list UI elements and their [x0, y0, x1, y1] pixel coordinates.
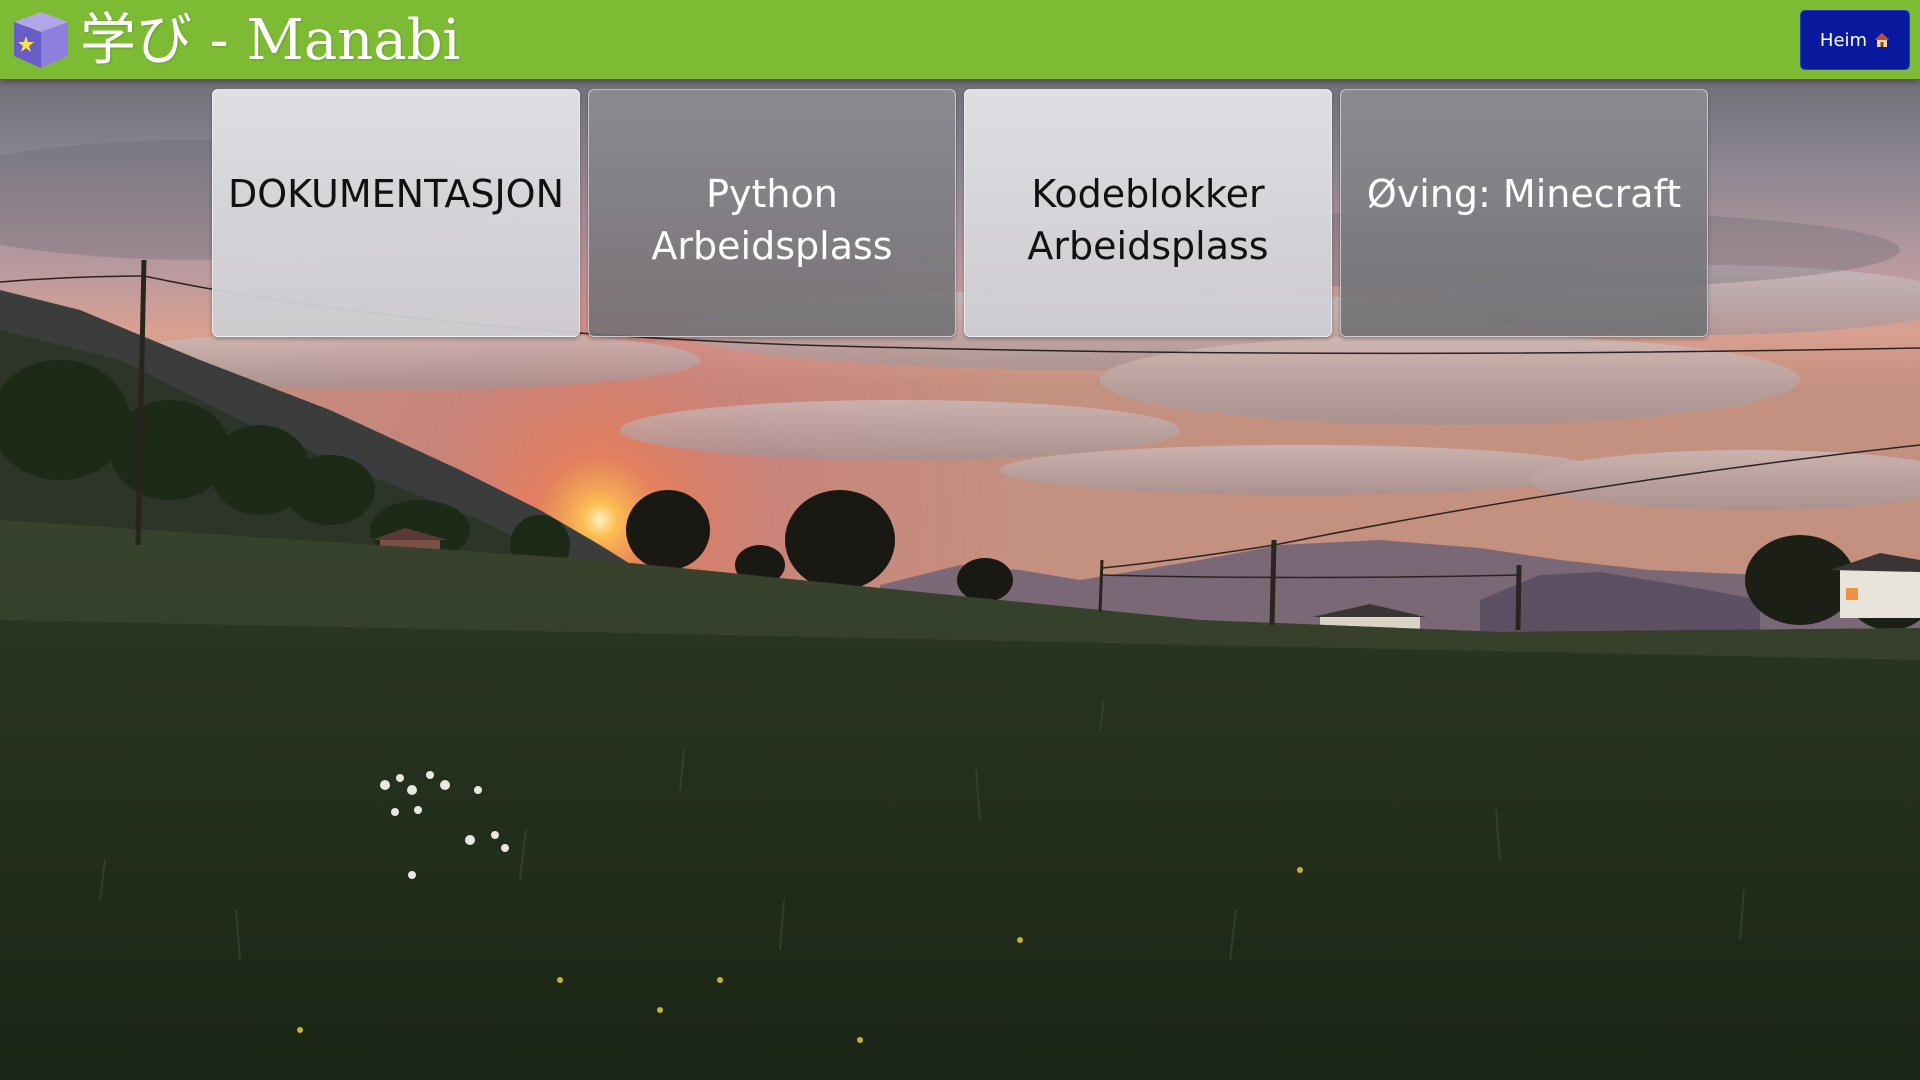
- tile-minecraft-exercise[interactable]: Øving: Minecraft: [1340, 89, 1708, 337]
- tile-label: Python Arbeidsplass: [651, 172, 893, 268]
- tile-blocks-workspace[interactable]: Kodeblokker Arbeidsplass: [964, 89, 1332, 337]
- tile-label: Kodeblokker Arbeidsplass: [1027, 172, 1269, 268]
- tile-grid: DOKUMENTASJON Python Arbeidsplass Kodebl…: [212, 89, 1710, 337]
- home-button-label: Heim: [1819, 29, 1868, 51]
- house-icon: [1874, 32, 1890, 48]
- app-title: 学び - Manabi: [80, 8, 461, 73]
- tile-label: Øving: Minecraft: [1366, 172, 1682, 216]
- tile-documentation[interactable]: DOKUMENTASJON: [212, 89, 580, 337]
- home-button[interactable]: Heim: [1800, 10, 1910, 70]
- tile-python-workspace[interactable]: Python Arbeidsplass: [588, 89, 956, 337]
- tile-label: DOKUMENTASJON: [227, 172, 565, 216]
- header-bar: 学び - Manabi Heim: [0, 0, 1920, 79]
- cube-logo-icon: [12, 10, 70, 70]
